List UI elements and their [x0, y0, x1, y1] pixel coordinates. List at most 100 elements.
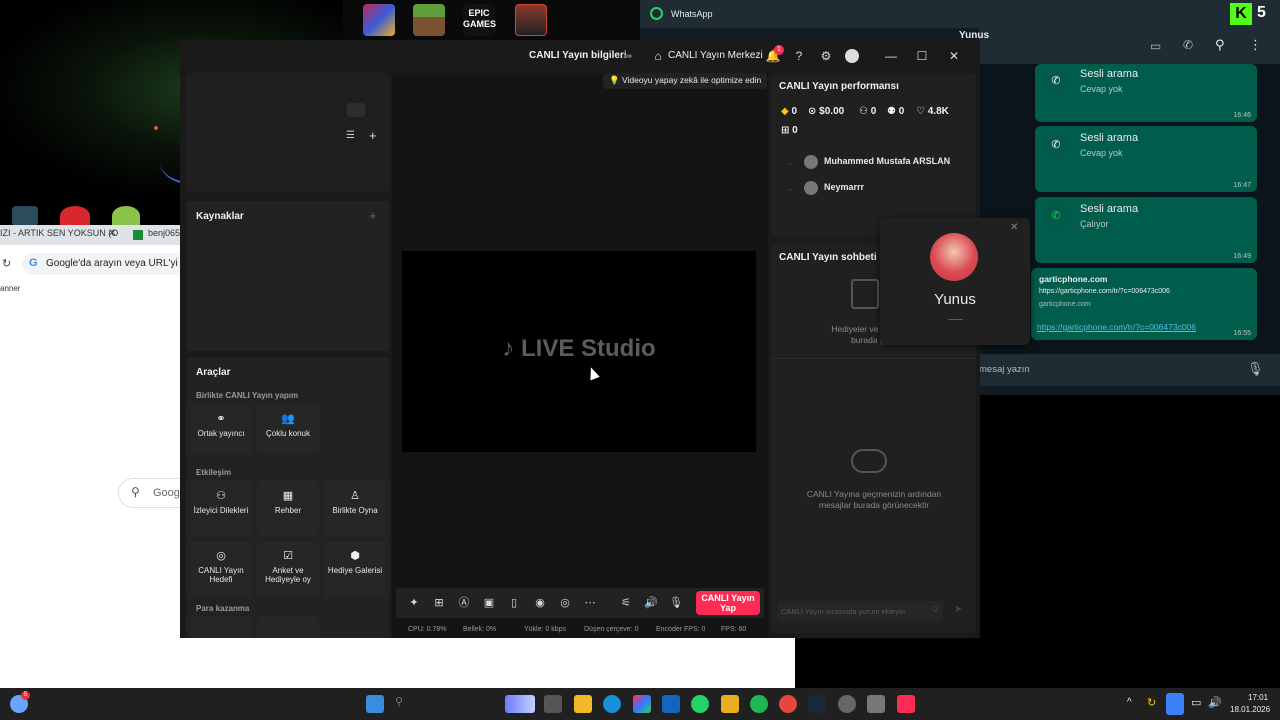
layout-icon[interactable]: ▣: [482, 596, 496, 610]
magic-icon[interactable]: ✦: [407, 596, 421, 610]
message-input[interactable]: mesaj yazın: [979, 364, 1030, 375]
mic-active-icon[interactable]: [1166, 693, 1184, 715]
clock-date[interactable]: 18.01.2026: [1230, 705, 1270, 714]
maximize-icon[interactable]: ☐: [914, 48, 930, 64]
windows-start-icon[interactable]: [366, 695, 384, 713]
avatar[interactable]: [845, 49, 859, 63]
home-icon: ⌂: [654, 49, 662, 63]
tab-close-icon[interactable]: ✕: [108, 228, 116, 239]
tool-multi-guest[interactable]: 👥 Çoklu konuk: [257, 404, 319, 454]
bookmark-item[interactable]: anner: [0, 284, 20, 293]
tool-gift-gallery[interactable]: ⬢ Hediye Galerisi: [324, 541, 386, 597]
viewer-name-2[interactable]: Neymarrr: [824, 182, 864, 192]
speaker-icon[interactable]: 🔊: [644, 596, 658, 610]
ai-icon[interactable]: Ⓐ: [457, 596, 471, 610]
chevron-up-icon[interactable]: ^: [1127, 697, 1132, 708]
task-view-icon[interactable]: [544, 695, 562, 713]
record-icon[interactable]: ◉: [533, 596, 547, 610]
chrome-tab-2[interactable]: benj065: [148, 228, 180, 238]
scene-thumb-icon[interactable]: [347, 103, 365, 117]
tool-live-goal[interactable]: ◎ CANLI Yayın Hedefi: [190, 541, 252, 597]
add-source-icon[interactable]: +: [369, 208, 377, 223]
sync-icon[interactable]: ↻: [1147, 696, 1156, 709]
stat-value: 0: [792, 125, 798, 136]
viewer-requests-icon: ⚇: [216, 490, 226, 502]
edge-icon[interactable]: [603, 695, 621, 713]
chrome-icon[interactable]: [779, 695, 797, 713]
desktop-app-icon[interactable]: [12, 206, 38, 226]
tools-title: Araçlar: [196, 367, 231, 378]
outlook-icon[interactable]: [662, 695, 680, 713]
video-call-icon[interactable]: ▭: [1150, 39, 1161, 53]
voice-call-icon[interactable]: ✆: [1183, 38, 1193, 52]
live-center-link[interactable]: CANLI Yayın Merkezi: [668, 50, 763, 61]
wa-titlebar: WhatsApp K 5: [640, 0, 1280, 28]
tool-money-2[interactable]: [257, 617, 319, 638]
share-icon[interactable]: ➦: [620, 48, 636, 64]
chat-input[interactable]: CANLI Yayın sırasında yorum ekleyin: [777, 601, 943, 621]
stream-icon[interactable]: ◎: [558, 596, 572, 610]
more-icon[interactable]: ⋯: [583, 596, 597, 610]
emoji-icon[interactable]: ☺: [930, 604, 940, 615]
mic-icon[interactable]: 🎙: [1247, 361, 1264, 377]
minimize-icon[interactable]: —: [883, 48, 899, 64]
tool-co-host[interactable]: ⚭ Ortak yayıncı: [190, 404, 252, 454]
add-scene-icon[interactable]: +: [369, 128, 377, 143]
clock-time[interactable]: 17:01: [1248, 693, 1268, 702]
performance-title: CANLI Yayın performansı: [779, 81, 899, 92]
minecraft-icon[interactable]: [413, 4, 445, 36]
desktop-app-icon-green[interactable]: [112, 206, 140, 226]
encoder-status: Encoder FPS: 0: [656, 626, 706, 633]
copilot-icon[interactable]: [633, 695, 651, 713]
tool-poll[interactable]: ☑ Anket ve Hediyeyle oy: [257, 541, 319, 597]
steam-icon[interactable]: [808, 695, 826, 713]
message-link[interactable]: https://garticphone.com/tr/?c=006473c006: [1037, 322, 1196, 332]
game-icon-1[interactable]: [363, 4, 395, 36]
whatsapp-icon[interactable]: [691, 695, 709, 713]
close-icon[interactable]: ✕: [946, 48, 962, 64]
omnibox[interactable]: G Google'da arayın veya URL'yi yaz: [22, 253, 202, 275]
notif-badge: 1: [774, 45, 784, 55]
app-icon-1[interactable]: [505, 695, 535, 713]
phone-icon: ✆: [1045, 205, 1067, 227]
spotify-icon[interactable]: [750, 695, 768, 713]
ai-optimize-tip[interactable]: 💡 Videoyu yapay zekâ ile optimize edin: [603, 73, 768, 89]
call-message-2: ✆ Sesli arama Cevap yok 16:47: [1035, 126, 1257, 192]
tool-guide[interactable]: ▦ Rehber: [257, 481, 319, 537]
search-icon[interactable]: ⚲: [395, 695, 413, 713]
live-preview[interactable]: ♪ LIVE Studio: [402, 251, 756, 452]
live-info-link[interactable]: CANLI Yayın bilgileri: [529, 50, 627, 61]
game-icon-4[interactable]: [515, 4, 547, 36]
tool-money-1[interactable]: [190, 617, 252, 638]
epic-games-icon[interactable]: EPIC GAMES: [463, 4, 496, 36]
camera-add-icon[interactable]: ⊞: [432, 596, 446, 610]
chrome-tab-1[interactable]: IZI - ARTIK SEN YOKSUN (O: [0, 228, 118, 238]
google-g-icon: G: [29, 257, 38, 269]
tool-play-together[interactable]: ♙ Birlikte Oyna: [324, 481, 386, 537]
close-icon[interactable]: ✕: [1010, 222, 1018, 233]
help-icon[interactable]: ?: [791, 48, 807, 64]
phone-icon[interactable]: ▯: [507, 596, 521, 610]
file-explorer-icon[interactable]: [574, 695, 592, 713]
go-live-button[interactable]: CANLI Yayın Yap: [696, 591, 760, 615]
mixer-icon[interactable]: ⚟: [619, 596, 633, 610]
viewer-name-1[interactable]: Muhammed Mustafa ARSLAN: [824, 156, 950, 166]
list-icon[interactable]: ☰: [346, 130, 355, 141]
kick-icon[interactable]: K: [1230, 3, 1252, 25]
tool-label: Ortak yayıncı: [197, 429, 245, 438]
money-section-title: Para kazanma: [196, 604, 250, 613]
network-icon[interactable]: ▭: [1191, 696, 1201, 709]
search-icon[interactable]: ⚲: [1215, 37, 1225, 53]
mic-muted-icon[interactable]: 🎙: [669, 596, 683, 610]
menu-icon[interactable]: ⋮: [1249, 37, 1262, 53]
reload-icon[interactable]: ↻: [2, 257, 11, 270]
send-icon[interactable]: ➤: [954, 604, 962, 615]
volume-icon[interactable]: 🔊: [1208, 696, 1222, 709]
app-icon-2[interactable]: [721, 695, 739, 713]
tiktok-studio-icon[interactable]: [897, 695, 915, 713]
tool-viewer-requests[interactable]: ⚇ İzleyici Dilekleri: [190, 481, 252, 537]
settings-icon[interactable]: ⚙: [818, 48, 834, 64]
app-icon-3[interactable]: [838, 695, 856, 713]
settings-icon[interactable]: [867, 695, 885, 713]
desktop-app-icon-red[interactable]: [60, 206, 90, 226]
